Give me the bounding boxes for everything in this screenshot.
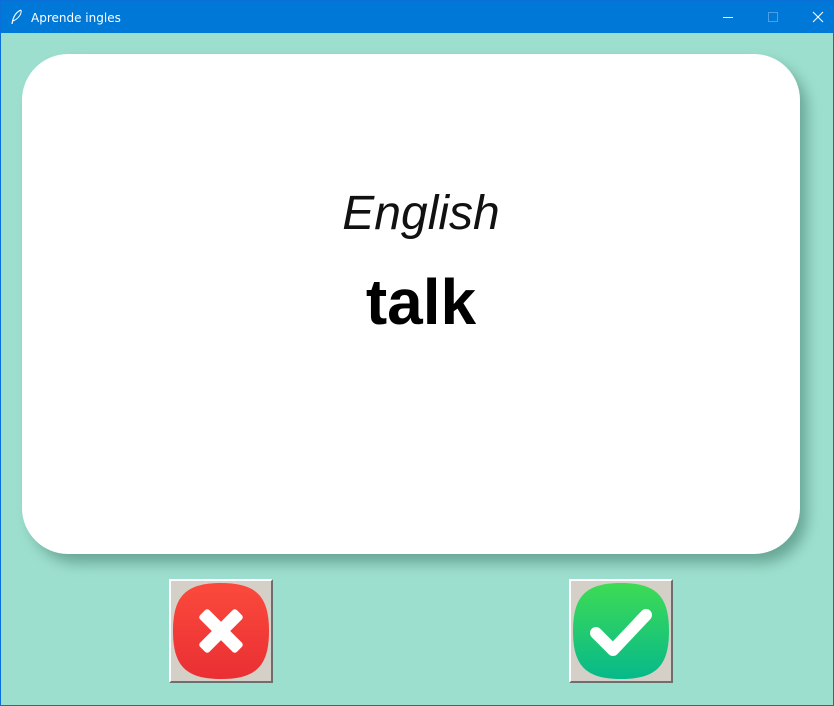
feather-icon: [11, 9, 22, 25]
card-word: talk: [365, 266, 477, 338]
app-window: Aprende ingles English talk: [0, 0, 834, 706]
cross-icon: [173, 583, 269, 679]
flashcard: English talk: [22, 54, 800, 554]
minimize-button[interactable]: [705, 1, 751, 33]
flashcard-area: English talk: [1, 33, 833, 705]
right-answer-button[interactable]: [569, 579, 673, 683]
checkmark-icon: [573, 583, 669, 679]
maximize-icon: [768, 12, 778, 22]
close-icon: [812, 11, 824, 23]
maximize-button[interactable]: [750, 1, 796, 33]
title-bar[interactable]: Aprende ingles: [1, 1, 833, 33]
wrong-answer-button[interactable]: [169, 579, 273, 683]
card-language-label: English: [342, 187, 500, 240]
close-button[interactable]: [795, 1, 833, 33]
minimize-icon: [723, 17, 733, 18]
window-title: Aprende ingles: [31, 11, 121, 25]
